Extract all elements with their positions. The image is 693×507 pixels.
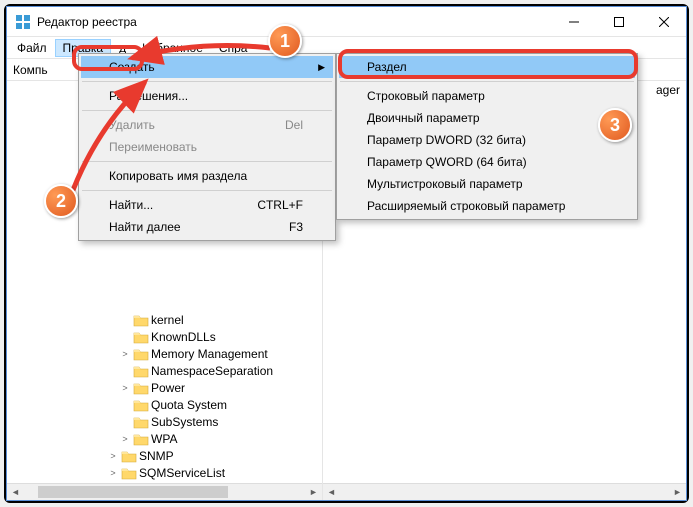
tree-item[interactable]: > Memory Management: [107, 345, 322, 362]
tree-item[interactable]: > WPA: [107, 430, 322, 447]
menu-rename-label: Переименовать: [109, 140, 197, 154]
expander-icon[interactable]: >: [107, 451, 119, 461]
menu-create[interactable]: Создать ▶: [81, 56, 333, 78]
annotation-badge-3: 3: [598, 108, 632, 142]
submenu-binary[interactable]: Двоичный параметр: [339, 107, 635, 129]
submenu-string-label: Строковый параметр: [367, 89, 485, 103]
menu-separator: [82, 110, 332, 111]
submenu-qword-label: Параметр QWORD (64 бита): [367, 155, 527, 169]
submenu-key[interactable]: Раздел: [339, 56, 635, 78]
scroll-left-icon[interactable]: ◄: [7, 484, 24, 501]
menu-separator: [82, 161, 332, 162]
menu-permissions-label: Разрешения...: [109, 89, 188, 103]
window-controls: [551, 7, 686, 36]
minimize-button[interactable]: [551, 7, 596, 36]
scroll-left-icon[interactable]: ◄: [323, 484, 340, 501]
tree-item-label: SQMServiceList: [139, 466, 225, 480]
menu-file[interactable]: Файл: [9, 39, 55, 57]
values-scrollbar-horizontal[interactable]: ◄ ►: [323, 483, 686, 500]
tree-item[interactable]: KnownDLLs: [107, 328, 322, 345]
tree-item[interactable]: SubSystems: [107, 413, 322, 430]
menu-separator: [340, 81, 634, 82]
window-title: Редактор реестра: [37, 15, 137, 29]
submenu-qword[interactable]: Параметр QWORD (64 бита): [339, 151, 635, 173]
submenu-expand-string[interactable]: Расширяемый строковый параметр: [339, 195, 635, 217]
tree-item-label: Memory Management: [151, 347, 268, 361]
submenu-expand-string-label: Расширяемый строковый параметр: [367, 199, 565, 213]
tree-item-label: Power: [151, 381, 185, 395]
titlebar: Редактор реестра: [7, 7, 686, 37]
app-icon: [15, 14, 31, 30]
menu-separator: [82, 81, 332, 82]
scroll-right-icon[interactable]: ►: [305, 484, 322, 501]
folder-icon: [121, 449, 137, 463]
menu-copy-key-name-label: Копировать имя раздела: [109, 169, 247, 183]
scroll-thumb[interactable]: [38, 486, 228, 498]
submenu-arrow-icon: ▶: [318, 62, 325, 73]
tree-item[interactable]: Quota System: [107, 396, 322, 413]
folder-icon: [133, 330, 149, 344]
annotation-badge-2: 2: [44, 184, 78, 218]
submenu-dword-label: Параметр DWORD (32 бита): [367, 133, 526, 147]
tree-item[interactable]: > SNMP: [107, 447, 322, 464]
expander-icon[interactable]: >: [107, 468, 119, 478]
menu-create-label: Создать: [109, 60, 155, 74]
menu-copy-key-name[interactable]: Копировать имя раздела: [81, 165, 333, 187]
annotation-badge-1: 1: [268, 24, 302, 58]
tree-item[interactable]: kernel: [107, 311, 322, 328]
tree-scrollbar-horizontal[interactable]: ◄ ►: [7, 483, 322, 500]
tree-item[interactable]: NamespaceSeparation: [107, 362, 322, 379]
submenu-multi-string-label: Мультистроковый параметр: [367, 177, 523, 191]
tree-item-label: KnownDLLs: [151, 330, 216, 344]
submenu-key-label: Раздел: [367, 60, 407, 74]
menu-rename[interactable]: Переименовать: [81, 136, 333, 158]
folder-icon: [133, 398, 149, 412]
expander-icon[interactable]: >: [119, 383, 131, 393]
expander-icon[interactable]: >: [119, 349, 131, 359]
folder-icon: [133, 432, 149, 446]
maximize-button[interactable]: [596, 7, 641, 36]
expander-icon[interactable]: >: [119, 434, 131, 444]
folder-icon: [121, 466, 137, 480]
menu-permissions[interactable]: Разрешения...: [81, 85, 333, 107]
submenu-binary-label: Двоичный параметр: [367, 111, 480, 125]
menu-find-shortcut: CTRL+F: [227, 198, 303, 212]
column-header-fragment: ager: [650, 81, 686, 99]
menu-find-next[interactable]: Найти далее F3: [81, 216, 333, 238]
tree-item-label: kernel: [151, 313, 184, 327]
folder-icon: [133, 415, 149, 429]
menu-find-next-label: Найти далее: [109, 220, 181, 234]
folder-icon: [133, 381, 149, 395]
submenu-multi-string[interactable]: Мультистроковый параметр: [339, 173, 635, 195]
menu-find[interactable]: Найти... CTRL+F: [81, 194, 333, 216]
tree-item[interactable]: > Power: [107, 379, 322, 396]
edit-dropdown: Создать ▶ Разрешения... Удалить Del Пере…: [78, 53, 336, 241]
scroll-right-icon[interactable]: ►: [669, 484, 686, 501]
tree-item-label: Quota System: [151, 398, 227, 412]
submenu-dword[interactable]: Параметр DWORD (32 бита): [339, 129, 635, 151]
folder-icon: [133, 313, 149, 327]
menu-delete-shortcut: Del: [255, 118, 303, 132]
close-button[interactable]: [641, 7, 686, 36]
tree-item-label: SNMP: [139, 449, 174, 463]
menu-delete-label: Удалить: [109, 118, 155, 132]
folder-icon: [133, 347, 149, 361]
create-submenu: Раздел Строковый параметр Двоичный парам…: [336, 53, 638, 220]
tree-item-label: SubSystems: [151, 415, 218, 429]
menu-find-label: Найти...: [109, 198, 153, 212]
tree-item-label: WPA: [151, 432, 177, 446]
address-text: Компь: [13, 63, 48, 77]
menu-find-next-shortcut: F3: [259, 220, 303, 234]
menu-separator: [82, 190, 332, 191]
tree-item-label: NamespaceSeparation: [151, 364, 273, 378]
menu-delete[interactable]: Удалить Del: [81, 114, 333, 136]
tree-item[interactable]: > SQMServiceList: [107, 464, 322, 481]
folder-icon: [133, 364, 149, 378]
submenu-string[interactable]: Строковый параметр: [339, 85, 635, 107]
